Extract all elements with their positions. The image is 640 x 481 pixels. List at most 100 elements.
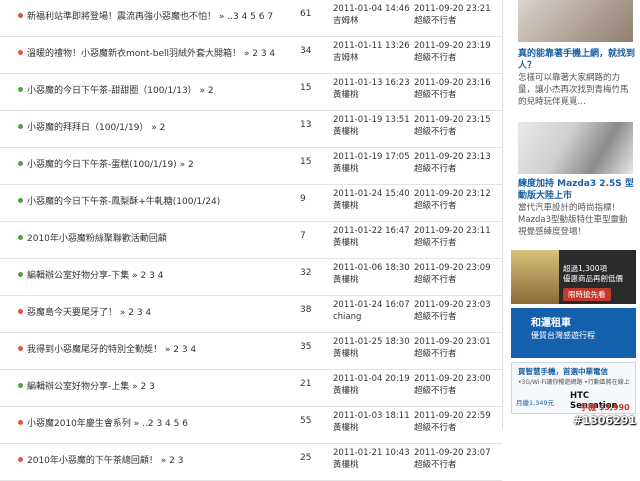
topic-page-links[interactable]: » ..2 3 4 5 6	[134, 419, 188, 429]
last-post-author[interactable]: 超級不行者	[414, 90, 457, 100]
topic-reply-count: 32	[300, 268, 312, 278]
topic-status-dot-icon	[18, 383, 23, 388]
topic-row: 小惡魔2010年慶生會系列 » ..2 3 4 5 6 55 2011-01-03 …	[0, 407, 502, 444]
last-post-date: 2011-09-20 23:01	[414, 337, 491, 347]
created-author[interactable]: 黃樓桃	[333, 275, 359, 285]
topic-reply-count: 35	[300, 342, 312, 352]
last-post-author[interactable]: 超級不行者	[414, 460, 457, 470]
last-post-author[interactable]: 超級不行者	[414, 238, 457, 248]
topic-status-dot-icon	[18, 124, 23, 129]
sidebar-photo-car[interactable]	[518, 122, 633, 174]
sidebar-article-title-1[interactable]: 真的能靠著手機上網，就找到人？	[518, 48, 636, 72]
topic-created: 2011-01-06 18:30 黃樓桃	[333, 262, 410, 286]
topic-title-cell: 小惡魔的今日下午茶-鳳梨酥+牛軋糖(100/1/24)	[27, 194, 220, 207]
ad-banner-telecom[interactable]: 買智慧手機，首選中華電信 •3G/Wi-Fi讓你暢遊網路 •行動區將在線上 月繳…	[511, 362, 636, 414]
created-author[interactable]: 黃樓桃	[333, 201, 359, 211]
topic-created: 2011-01-22 16:47 黃樓桃	[333, 225, 410, 249]
topic-page-links[interactable]: » 2 3 4	[120, 308, 151, 318]
created-author[interactable]: 黃樓桃	[333, 386, 359, 396]
topic-page-links[interactable]: » 2	[151, 123, 165, 133]
created-author[interactable]: 黃樓桃	[333, 349, 359, 359]
topic-row: 2010年小惡魔粉絲聚聯歡活動回顧 7 2011-01-22 16:47 黃樓桃 20…	[0, 222, 502, 259]
topic-title-link[interactable]: 小惡魔2010年慶生會系列	[27, 419, 131, 429]
sidebar-photo-couple[interactable]	[518, 0, 633, 42]
topic-page-links[interactable]: » 2 3 4	[132, 271, 163, 281]
ad-banner-car-rental[interactable]: 和運租車 優質台灣感遊行程	[511, 308, 636, 358]
topic-row: 小惡魔的今日下午茶-鳳梨酥+牛軋糖(100/1/24) 9 2011-01-24 …	[0, 185, 502, 222]
topic-table: 新福利站準即將登場！震流再強小惡魔也不怕！ » ..3 4 5 6 7 61 201…	[0, 0, 502, 481]
last-post-author[interactable]: 超級不行者	[414, 127, 457, 137]
last-post-author[interactable]: 超級不行者	[414, 349, 457, 359]
topic-created: 2011-01-03 18:11 黃樓桃	[333, 410, 410, 434]
topic-last-post: 2011-09-20 23:00 超級不行者	[414, 373, 491, 397]
topic-created: 2011-01-19 17:05 黃樓桃	[333, 151, 410, 175]
created-author[interactable]: 黃樓桃	[333, 460, 359, 470]
topic-created: 2011-01-13 16:23 黃樓桃	[333, 77, 410, 101]
topic-page-links[interactable]: » 2 3	[132, 382, 155, 392]
topic-title-link[interactable]: 編輯辦公室好物分享-下集	[27, 271, 129, 281]
ad3-headline: 買智慧手機，首選中華電信	[518, 367, 608, 376]
topic-status-dot-icon	[18, 13, 23, 18]
last-post-author[interactable]: 超級不行者	[414, 201, 457, 211]
topic-page-links[interactable]: » 2 3 4	[165, 345, 196, 355]
created-author[interactable]: 黃樓桃	[333, 164, 359, 174]
topic-reply-count: 34	[300, 46, 312, 56]
topic-title-cell: 我得到小惡魔尾牙的特別全勤獎！ » 2 3 4	[27, 342, 196, 355]
last-post-date: 2011-09-20 23:15	[414, 115, 491, 125]
topic-created: 2011-01-25 18:30 黃樓桃	[333, 336, 410, 360]
topic-title-link[interactable]: 編輯辦公室好物分享-上集	[27, 382, 129, 392]
sidebar-article-desc-1: 怎樣可以靠著大家網路的力量，讓小杰再次找到青梅竹馬的兒時玩伴覓覓…	[518, 73, 629, 107]
created-author[interactable]: chiang	[333, 312, 361, 322]
last-post-date: 2011-09-20 23:00	[414, 374, 491, 384]
created-author[interactable]: 黃樓桃	[333, 90, 359, 100]
ad-banner-furniture[interactable]: 超過1,300項 優惠商品再創低價 限時搶先看	[511, 250, 636, 304]
topic-created: 2011-01-04 14:46 吉姆林	[333, 3, 410, 27]
created-author[interactable]: 黃樓桃	[333, 238, 359, 248]
last-post-author[interactable]: 超級不行者	[414, 423, 457, 433]
last-post-author[interactable]: 超級不行者	[414, 275, 457, 285]
created-author[interactable]: 吉姆林	[333, 16, 359, 26]
topic-status-dot-icon	[18, 457, 23, 462]
topic-last-post: 2011-09-20 23:19 超級不行者	[414, 40, 491, 64]
sidebar-article-desc-2: 當代汽車設計的時尚指標！Mazda3型動版特仕車型靈動視覺感練度登場！	[518, 203, 628, 237]
column-divider	[502, 0, 503, 429]
topic-title-link[interactable]: 我得到小惡魔尾牙的特別全勤獎！	[27, 345, 162, 355]
created-author[interactable]: 黃樓桃	[333, 423, 359, 433]
sidebar: 真的能靠著手機上網，就找到人？ 怎樣可以靠著大家網路的力量，讓小杰再次找到青梅竹…	[508, 0, 640, 429]
last-post-date: 2011-09-20 23:11	[414, 226, 491, 236]
topic-created: 2011-01-19 13:51 黃樓桃	[333, 114, 410, 138]
created-author[interactable]: 黃樓桃	[333, 127, 359, 137]
topic-page-links[interactable]: » 2	[180, 160, 194, 170]
topic-title-cell: 惡魔島今天要尾牙了！ » 2 3 4	[27, 305, 151, 318]
ad3-phone-price: 手機 $3,990	[580, 403, 630, 412]
topic-reply-count: 13	[300, 120, 312, 130]
ad1-button[interactable]: 限時搶先看	[563, 288, 611, 301]
topic-title-link[interactable]: 小惡魔的今日下午茶-甜甜圈（100/1/13）	[27, 86, 197, 96]
sidebar-article-title-2[interactable]: 練度加持 Mazda3 2.5S 型動版大陸上市	[518, 178, 636, 202]
topic-reply-count: 7	[300, 231, 306, 241]
ad2-logo: 和運租車	[531, 318, 571, 329]
topic-title-link[interactable]: 惡魔島今天要尾牙了！	[27, 308, 117, 318]
topic-title-link[interactable]: 2010年小惡魔的下午茶總回顧！	[27, 456, 158, 466]
topic-page-links[interactable]: » ..3 4 5 6 7	[219, 12, 273, 22]
topic-page-links[interactable]: » 2 3 4	[244, 49, 275, 59]
last-post-author[interactable]: 超級不行者	[414, 164, 457, 174]
last-post-author[interactable]: 超級不行者	[414, 386, 457, 396]
topic-status-dot-icon	[18, 198, 23, 203]
created-author[interactable]: 吉姆林	[333, 53, 359, 63]
last-post-author[interactable]: 超級不行者	[414, 16, 457, 26]
topic-reply-count: 61	[300, 9, 312, 19]
topic-page-links[interactable]: » 2 3	[161, 456, 184, 466]
topic-title-link[interactable]: 小惡魔的今日下午茶-蛋糕(100/1/19)	[27, 160, 177, 170]
last-post-author[interactable]: 超級不行者	[414, 53, 457, 63]
topic-title-link[interactable]: 溫暖的禮物！小惡魔新衣mont-bell羽絨外套大開箱！	[27, 49, 241, 59]
topic-title-link[interactable]: 小惡魔的拜拜日（100/1/19）	[27, 123, 148, 133]
topic-created: 2011-01-11 13:26 吉姆林	[333, 40, 410, 64]
last-post-author[interactable]: 超級不行者	[414, 312, 457, 322]
topic-title-link[interactable]: 新福利站準即將登場！震流再強小惡魔也不怕！	[27, 12, 216, 22]
topic-title-cell: 2010年小惡魔粉絲聚聯歡活動回顧	[27, 231, 167, 244]
topic-title-link[interactable]: 2010年小惡魔粉絲聚聯歡活動回顧	[27, 234, 167, 244]
topic-page-links[interactable]: » 2	[200, 86, 214, 96]
topic-title-cell: 2010年小惡魔的下午茶總回顧！ » 2 3	[27, 453, 183, 466]
topic-title-link[interactable]: 小惡魔的今日下午茶-鳳梨酥+牛軋糖(100/1/24)	[27, 197, 220, 207]
